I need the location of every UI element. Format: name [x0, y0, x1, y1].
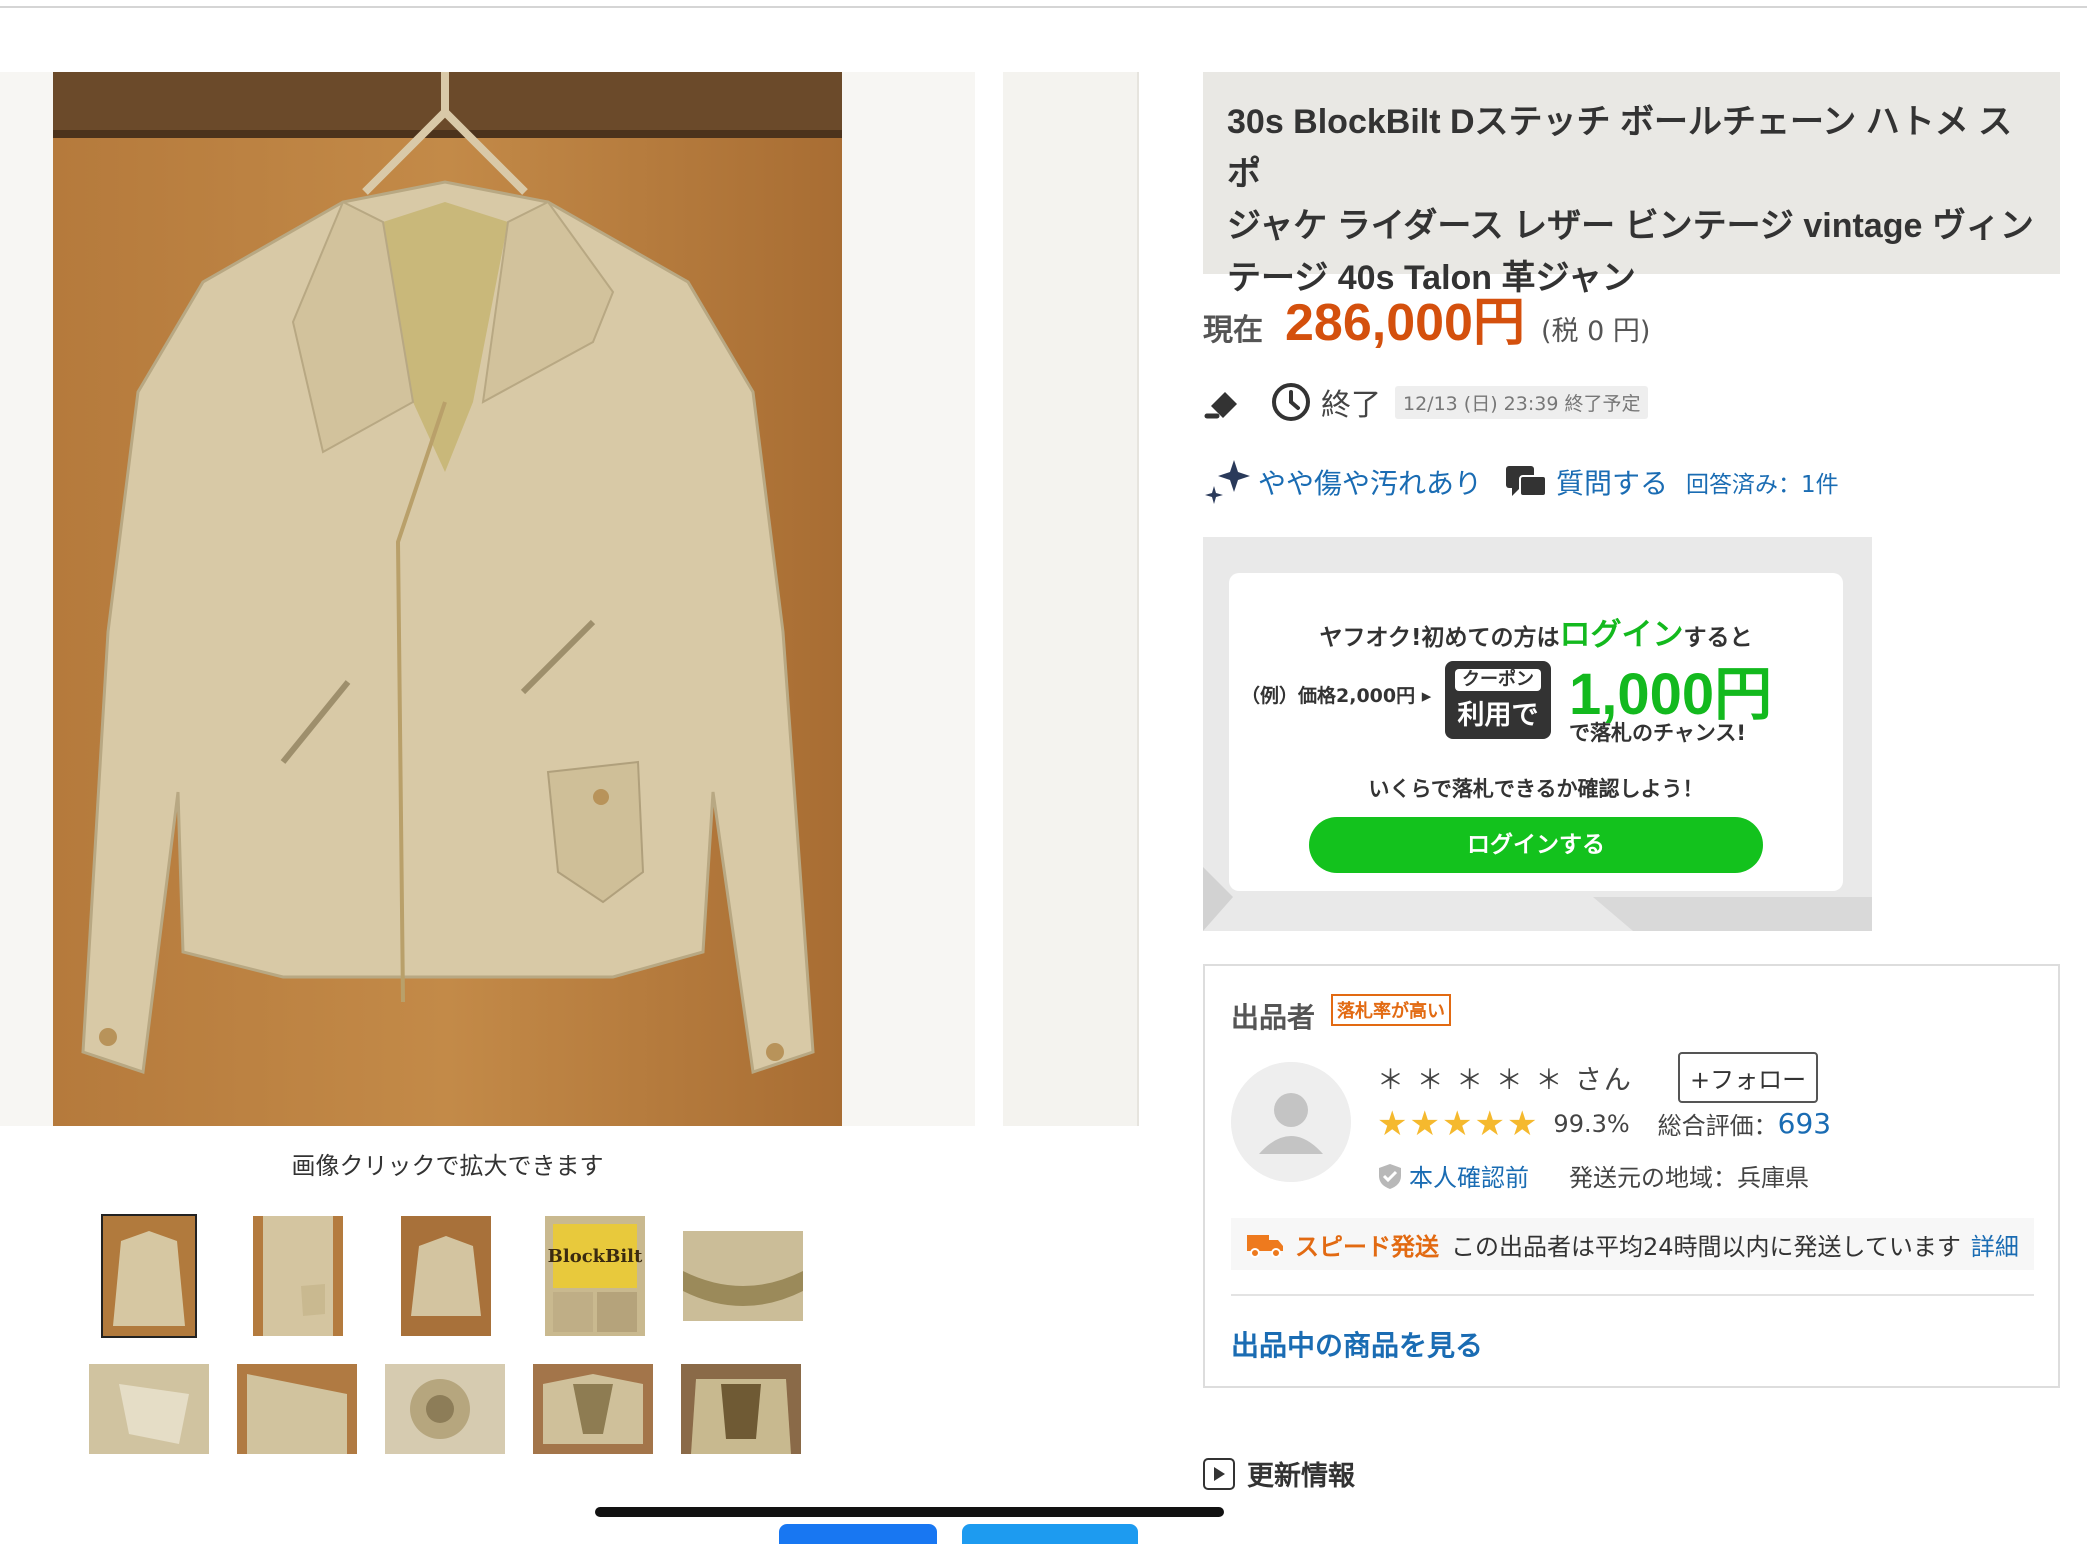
- next-image-preview[interactable]: [1003, 72, 1139, 1126]
- thumbnail-7[interactable]: [237, 1364, 357, 1454]
- play-triangle-icon: [1203, 1457, 1235, 1490]
- speed-shipping-bar: スピード発送 この出品者は平均24時間以内に発送しています 詳細: [1231, 1218, 2034, 1270]
- current-price: 286,000円: [1285, 294, 1525, 352]
- end-label: 終了: [1321, 388, 1381, 423]
- twitter-share-button[interactable]: [962, 1524, 1138, 1544]
- banner-confirm: いくらで落札できるか確認しよう！: [1368, 777, 1704, 801]
- item-title-line-1: 30s BlockBilt Dステッチ ボールチェーン ハトメ スポ: [1227, 103, 2013, 193]
- seller-rating: ★ ★ ★ ★ ★ 99.3% 総合評価： 693: [1377, 1106, 1831, 1141]
- chat-bubble-icon: [1506, 466, 1548, 497]
- seller-box: 出品者 落札率が高い ＊ ＊ ＊ ＊ ＊ さん +フォロー ★ ★ ★ ★ ★ …: [1203, 964, 2060, 1388]
- rating-percent: 99.3%: [1553, 1109, 1630, 1138]
- price-label: 現在: [1203, 313, 1263, 348]
- condition-link[interactable]: やや傷や汚れあり: [1258, 462, 1482, 502]
- thumbnail-8[interactable]: [385, 1364, 505, 1454]
- shield-check-icon: [1379, 1163, 1401, 1189]
- ask-question-link[interactable]: 質問する: [1556, 462, 1668, 502]
- star-icon: ★: [1441, 1103, 1473, 1144]
- item-title-line-2: ジャケ ライダース レザー ビンテージ vintage ヴィン: [1227, 207, 2034, 245]
- clock-icon: [1272, 383, 1310, 421]
- speed-shipping-text: この出品者は平均24時間以内に発送しています: [1451, 1232, 1961, 1261]
- total-rating-link[interactable]: 693: [1778, 1107, 1831, 1140]
- star-icon: ★: [1377, 1103, 1408, 1144]
- main-product-image[interactable]: [53, 72, 842, 1126]
- banner-example: （例）価格2,000円 ▸: [1241, 685, 1432, 707]
- follow-button[interactable]: +フォロー: [1678, 1052, 1819, 1103]
- total-rating-label: 総合評価：: [1657, 1112, 1778, 1140]
- star-icon: ★: [1409, 1103, 1440, 1144]
- price-row: 現在 286,000円 (税 0 円): [1203, 280, 1651, 352]
- price-tax: (税 0 円): [1540, 316, 1651, 347]
- end-time: 12/13 (日) 23:39 終了予定: [1395, 385, 1649, 419]
- facebook-share-button[interactable]: [779, 1524, 937, 1544]
- thumbnail-6[interactable]: [89, 1364, 209, 1454]
- thumbnail-3[interactable]: [401, 1216, 491, 1336]
- seller-name[interactable]: ＊ ＊ ＊ ＊ ＊ さん: [1377, 1058, 1633, 1097]
- thumbnail-9[interactable]: [533, 1364, 653, 1454]
- answered-count-link[interactable]: 回答済み：1件: [1686, 465, 1839, 499]
- image-zoom-caption: 画像クリックで拡大できます: [291, 1152, 604, 1180]
- login-coupon-banner[interactable]: ヤフオク!初めての方はログインすると （例）価格2,000円 ▸ クーポン 利用…: [1203, 537, 1872, 931]
- condition-row: やや傷や汚れあり 質問する 回答済み：1件: [1200, 456, 1839, 508]
- auction-status-row: 終了 12/13 (日) 23:39 終了予定: [1203, 378, 1649, 426]
- seller-items-link[interactable]: 出品中の商品を見る: [1231, 1324, 1483, 1364]
- thumbnail-10[interactable]: [681, 1364, 801, 1454]
- avatar[interactable]: [1231, 1062, 1351, 1182]
- star-icon: ★: [1506, 1103, 1538, 1144]
- thumbnail-4-label[interactable]: BlockBilt: [545, 1216, 645, 1336]
- home-indicator: [595, 1507, 1224, 1517]
- speed-detail-link[interactable]: 詳細: [1971, 1227, 2019, 1262]
- svg-text:BlockBilt: BlockBilt: [548, 1246, 643, 1267]
- item-title: 30s BlockBilt Dステッチ ボールチェーン ハトメ スポ ジャケ ラ…: [1203, 72, 2060, 297]
- top-divider: [0, 6, 2087, 8]
- truck-icon: [1247, 1235, 1283, 1258]
- speed-shipping-title: スピード発送: [1295, 1232, 1439, 1261]
- seller-divider: [1231, 1294, 2034, 1296]
- thumbnail-2[interactable]: [253, 1216, 343, 1336]
- identity-verify-link[interactable]: 本人確認前: [1409, 1158, 1529, 1193]
- sparkle-icon: [1205, 460, 1250, 504]
- verify-row: 本人確認前 発送元の地域：兵庫県: [1377, 1158, 1809, 1193]
- banner-chance: で落札のチャンス!: [1569, 721, 1746, 745]
- star-icon: ★: [1474, 1103, 1505, 1144]
- seller-heading: 出品者: [1231, 1001, 1316, 1034]
- thumbnail-1[interactable]: [101, 1214, 197, 1338]
- gavel-icon: [1204, 392, 1237, 419]
- banner-card: ヤフオク!初めての方はログインすると （例）価格2,000円 ▸ クーポン 利用…: [1229, 573, 1843, 891]
- update-info-label: 更新情報: [1247, 1461, 1355, 1492]
- coupon-badge: クーポン 利用で: [1445, 661, 1551, 739]
- ship-from-location: 発送元の地域：兵庫県: [1569, 1164, 1809, 1192]
- seller-badge: 落札率が高い: [1331, 994, 1451, 1026]
- update-info-toggle[interactable]: 更新情報: [1203, 1454, 1355, 1493]
- thumbnail-5[interactable]: [683, 1231, 803, 1321]
- login-button[interactable]: ログインする: [1309, 817, 1763, 873]
